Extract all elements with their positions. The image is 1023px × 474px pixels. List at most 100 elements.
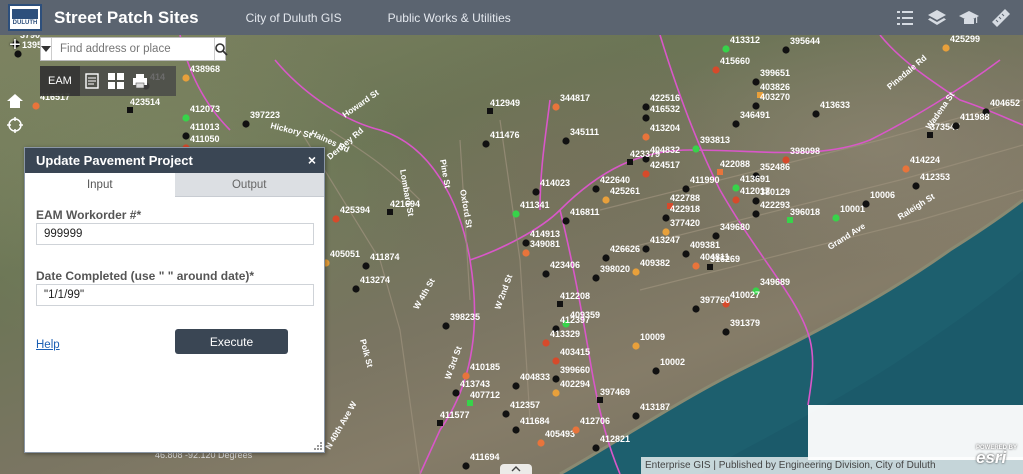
patch-site-marker[interactable]: [692, 262, 700, 270]
patch-site-marker[interactable]: [502, 410, 510, 418]
search-input[interactable]: [52, 38, 214, 60]
patch-site-marker[interactable]: [832, 214, 840, 222]
close-icon[interactable]: ×: [308, 152, 316, 168]
patch-site-marker[interactable]: [552, 389, 560, 397]
patch-site-marker[interactable]: [597, 397, 603, 403]
patch-site-marker[interactable]: [562, 217, 570, 225]
patch-site-marker[interactable]: [632, 268, 640, 276]
patch-site-marker[interactable]: [752, 78, 760, 86]
patch-site-marker[interactable]: [512, 382, 520, 390]
patch-site-marker[interactable]: [862, 200, 870, 208]
patch-site-marker[interactable]: [557, 301, 563, 307]
patch-site-marker[interactable]: [362, 262, 370, 270]
link-public-works[interactable]: Public Works & Utilities: [388, 11, 511, 25]
patch-site-marker[interactable]: [642, 170, 650, 178]
patch-site-marker[interactable]: [812, 110, 820, 118]
patch-site-marker[interactable]: [552, 103, 560, 111]
patch-site-marker[interactable]: [717, 169, 723, 175]
zoom-in-button[interactable]: +: [5, 35, 25, 56]
patch-site-marker[interactable]: [242, 120, 250, 128]
patch-site-marker[interactable]: [787, 217, 793, 223]
resize-grip-icon[interactable]: [314, 442, 322, 450]
patch-site-marker[interactable]: [632, 412, 640, 420]
ruler-icon[interactable]: [985, 0, 1017, 35]
patch-site-marker[interactable]: [452, 389, 460, 397]
patch-site-marker[interactable]: [732, 196, 740, 204]
workorder-field[interactable]: [36, 223, 314, 245]
patch-site-marker[interactable]: [782, 156, 790, 164]
eam-button[interactable]: EAM: [40, 66, 80, 96]
patch-site-marker[interactable]: [572, 426, 580, 434]
patch-site-marker[interactable]: [387, 209, 393, 215]
patch-site-marker[interactable]: [712, 232, 720, 240]
patch-site-marker[interactable]: [482, 140, 490, 148]
chevron-down-icon[interactable]: [41, 38, 52, 60]
date-field[interactable]: [36, 284, 314, 306]
patch-site-marker[interactable]: [652, 367, 660, 375]
patch-site-marker[interactable]: [927, 132, 933, 138]
help-link[interactable]: Help: [36, 339, 60, 351]
patch-site-marker[interactable]: [532, 188, 540, 196]
tab-output[interactable]: Output: [174, 173, 324, 197]
patch-site-marker[interactable]: [182, 132, 190, 140]
layers-icon[interactable]: [921, 0, 953, 35]
patch-site-marker[interactable]: [442, 322, 450, 330]
print-icon[interactable]: [128, 66, 152, 96]
patch-site-marker[interactable]: [912, 182, 920, 190]
patch-site-marker[interactable]: [352, 285, 360, 293]
patch-site-marker[interactable]: [642, 103, 650, 111]
patch-site-marker[interactable]: [682, 185, 690, 193]
patch-site-marker[interactable]: [692, 305, 700, 313]
patch-site-marker[interactable]: [512, 426, 520, 434]
patch-site-marker[interactable]: [332, 215, 340, 223]
patch-site-marker[interactable]: [602, 196, 610, 204]
patch-site-marker[interactable]: [592, 444, 600, 452]
list-icon[interactable]: [889, 0, 921, 35]
locate-icon[interactable]: [6, 116, 24, 134]
basemap-grid-icon[interactable]: [104, 66, 128, 96]
patch-site-marker[interactable]: [952, 122, 960, 130]
patch-site-marker[interactable]: [127, 107, 133, 113]
patch-site-marker[interactable]: [522, 249, 530, 257]
patch-site-marker[interactable]: [437, 420, 443, 426]
home-icon[interactable]: [6, 92, 24, 110]
patch-site-marker[interactable]: [512, 210, 520, 218]
patch-site-marker[interactable]: [662, 214, 670, 222]
patch-site-marker[interactable]: [592, 185, 600, 193]
patch-site-marker[interactable]: [942, 44, 950, 52]
document-icon[interactable]: [80, 66, 104, 96]
patch-site-marker[interactable]: [182, 114, 190, 122]
patch-site-marker[interactable]: [602, 254, 610, 262]
patch-site-marker[interactable]: [902, 165, 910, 173]
patch-site-marker[interactable]: [752, 210, 760, 218]
patch-site-marker[interactable]: [782, 46, 790, 54]
patch-site-marker[interactable]: [32, 102, 40, 110]
patch-site-marker[interactable]: [562, 137, 570, 145]
patch-site-marker[interactable]: [642, 114, 650, 122]
patch-site-marker[interactable]: [752, 197, 760, 205]
patch-site-marker[interactable]: [722, 328, 730, 336]
esri-logo[interactable]: POWERED BY esri: [976, 445, 1017, 468]
patch-site-marker[interactable]: [632, 342, 640, 350]
patch-site-marker[interactable]: [732, 120, 740, 128]
patch-site-marker[interactable]: [692, 145, 700, 153]
patch-site-marker[interactable]: [732, 184, 740, 192]
patch-site-marker[interactable]: [182, 74, 190, 82]
patch-site-marker[interactable]: [752, 102, 760, 110]
patch-site-marker[interactable]: [642, 245, 650, 253]
tab-input[interactable]: Input: [25, 173, 175, 197]
patch-site-marker[interactable]: [462, 462, 470, 470]
patch-site-marker[interactable]: [722, 45, 730, 53]
patch-site-marker[interactable]: [522, 239, 530, 247]
graduation-cap-icon[interactable]: [953, 0, 985, 35]
patch-site-marker[interactable]: [642, 133, 650, 141]
chevron-up-icon[interactable]: [500, 464, 532, 474]
patch-site-marker[interactable]: [542, 339, 550, 347]
patch-site-marker[interactable]: [707, 264, 713, 270]
search-icon[interactable]: [214, 38, 228, 60]
patch-site-marker[interactable]: [592, 274, 600, 282]
patch-site-marker[interactable]: [487, 108, 493, 114]
patch-site-marker[interactable]: [542, 270, 550, 278]
patch-site-marker[interactable]: [682, 250, 690, 258]
patch-site-marker[interactable]: [467, 400, 473, 406]
